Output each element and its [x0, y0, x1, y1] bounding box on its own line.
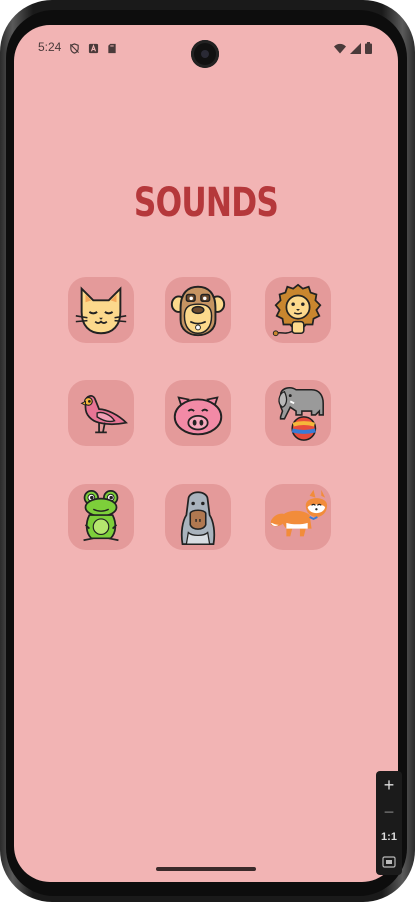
- cat-icon: [75, 286, 127, 335]
- bird-icon: [80, 395, 128, 434]
- pig-icon: [173, 396, 223, 436]
- zoom-ratio-button[interactable]: 1:1: [376, 831, 402, 843]
- duck-button[interactable]: [165, 484, 231, 550]
- bird-button[interactable]: [68, 380, 134, 446]
- home-indicator[interactable]: [156, 867, 256, 871]
- fox-icon: [270, 489, 328, 537]
- zoom-in-button[interactable]: +: [376, 776, 402, 794]
- animal-grid: [14, 25, 398, 882]
- monkey-button[interactable]: [165, 277, 231, 343]
- pig-button[interactable]: [165, 380, 231, 446]
- cat-button[interactable]: [68, 277, 134, 343]
- monkey-icon: [170, 285, 226, 337]
- frog-icon: [83, 489, 119, 542]
- duck-icon: [180, 491, 216, 545]
- frog-button[interactable]: [68, 484, 134, 550]
- screenshot-icon[interactable]: [382, 855, 396, 873]
- elephant-icon: [278, 387, 324, 441]
- elephant-button[interactable]: [265, 380, 331, 446]
- fox-button[interactable]: [265, 484, 331, 550]
- lion-button[interactable]: [265, 277, 331, 343]
- zoom-out-button[interactable]: −: [376, 803, 402, 821]
- app-screen: 5:24 SOUNDS: [14, 25, 398, 882]
- lion-icon: [272, 283, 322, 337]
- emulator-zoom-panel: + − 1:1: [376, 771, 402, 875]
